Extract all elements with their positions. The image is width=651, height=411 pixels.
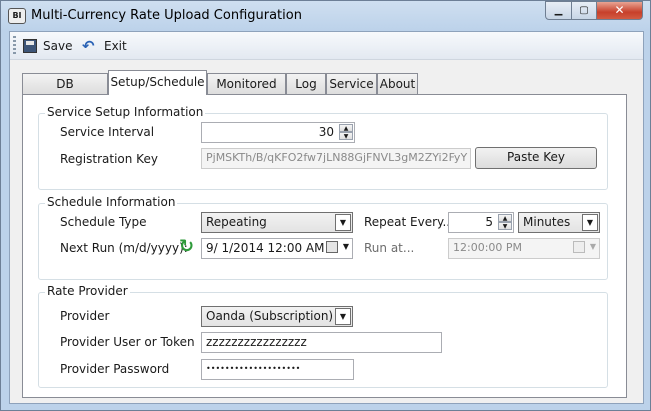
title-bar: BI Multi-Currency Rate Upload Configurat…: [1, 1, 650, 31]
run-at-timepicker: 12:00:00 PM ▼: [448, 238, 600, 259]
service-interval-value: 30: [318, 125, 334, 139]
tab-about[interactable]: About: [377, 73, 418, 95]
provider-user-label: Provider User or Token: [60, 335, 195, 349]
chevron-down-icon[interactable]: ▼: [335, 308, 351, 325]
window-title: Multi-Currency Rate Upload Configuration: [31, 8, 302, 23]
client-area: Save ↶ Exit DB Information Setup/Schedul…: [9, 31, 644, 404]
tab-setup-schedule[interactable]: Setup/Schedule: [108, 70, 207, 95]
provider-select[interactable]: Oanda (Subscription) ▼: [201, 306, 353, 327]
save-label: Save: [43, 38, 73, 53]
provider-password-label: Provider Password: [60, 362, 170, 376]
tab-monitored-ids[interactable]: Monitored IDs: [207, 73, 286, 111]
repeat-unit-select[interactable]: Minutes ▼: [518, 212, 600, 233]
app-window: BI Multi-Currency Rate Upload Configurat…: [0, 0, 651, 411]
refresh-icon[interactable]: ↻: [179, 238, 197, 256]
registration-key-field: PjMSKTh/B/qKFO2fw7jLN88GjFNVL3gM2ZYi2FyY: [201, 148, 471, 169]
provider-password-input[interactable]: ••••••••••••••••••••: [201, 359, 354, 380]
close-icon: ✕: [614, 3, 625, 17]
chevron-down-icon[interactable]: ▼: [343, 242, 349, 251]
group-title: Schedule Information: [45, 195, 178, 209]
provider-value: Oanda (Subscription): [206, 309, 334, 323]
minimize-button[interactable]: ▁: [545, 1, 572, 20]
floppy-disk-icon: [23, 38, 37, 53]
service-interval-input[interactable]: 30 ▲ ▼: [201, 122, 355, 143]
next-run-datepicker[interactable]: 9/ 1/2014 12:00 AM ▼: [201, 238, 353, 259]
calendar-icon[interactable]: [326, 241, 338, 253]
paste-key-button[interactable]: Paste Key: [475, 147, 597, 169]
group-title: Service Setup Information: [45, 105, 206, 119]
toolbar-grip-icon[interactable]: [13, 36, 16, 55]
spin-up-icon[interactable]: ▲: [498, 214, 512, 222]
next-run-value: 9/ 1/2014 12:00 AM: [206, 241, 325, 255]
maximize-icon: ▢: [579, 5, 589, 16]
save-button[interactable]: Save: [23, 36, 72, 55]
run-at-label: Run at...: [364, 241, 415, 255]
exit-label: Exit: [104, 38, 127, 53]
clock-icon: [573, 241, 585, 253]
app-icon: BI: [8, 8, 26, 24]
run-at-value: 12:00:00 PM: [453, 241, 523, 254]
repeat-unit-value: Minutes: [523, 215, 571, 229]
spin-up-icon[interactable]: ▲: [339, 124, 353, 132]
next-run-label: Next Run (m/d/yyyy):: [60, 241, 188, 255]
schedule-type-label: Schedule Type: [60, 215, 147, 229]
exit-arrow-icon: ↶: [82, 36, 95, 55]
interval-spinner[interactable]: ▲ ▼: [339, 124, 353, 141]
group-title: Rate Provider: [45, 284, 130, 298]
provider-label: Provider: [60, 309, 110, 323]
exit-button[interactable]: ↶ Exit: [82, 36, 127, 55]
schedule-type-value: Repeating: [206, 215, 267, 229]
close-button[interactable]: ✕: [596, 1, 643, 20]
toolbar: Save ↶ Exit: [10, 32, 643, 60]
repeat-every-input[interactable]: 5 ▲ ▼: [448, 212, 514, 233]
spin-down-icon[interactable]: ▼: [339, 132, 353, 140]
tab-service[interactable]: Service: [326, 73, 377, 95]
repeat-spinner[interactable]: ▲ ▼: [498, 214, 512, 231]
registration-key-label: Registration Key: [60, 152, 158, 166]
chevron-down-icon[interactable]: ▼: [582, 214, 598, 231]
setup-schedule-panel: Service Setup Information Service Interv…: [22, 94, 627, 398]
schedule-type-select[interactable]: Repeating ▼: [201, 212, 353, 233]
chevron-down-icon: ▼: [589, 242, 596, 251]
spin-down-icon[interactable]: ▼: [498, 222, 512, 230]
minimize-icon: ▁: [554, 5, 563, 16]
repeat-every-value: 5: [485, 215, 493, 229]
chevron-down-icon[interactable]: ▼: [335, 214, 351, 231]
repeat-every-label: Repeat Every...: [364, 215, 454, 229]
tab-db-information[interactable]: DB Information: [22, 73, 108, 111]
service-interval-label: Service Interval: [60, 125, 155, 139]
maximize-button[interactable]: ▢: [571, 1, 597, 20]
tab-log[interactable]: Log: [286, 73, 326, 95]
provider-user-input[interactable]: zzzzzzzzzzzzzzzz: [201, 332, 442, 353]
